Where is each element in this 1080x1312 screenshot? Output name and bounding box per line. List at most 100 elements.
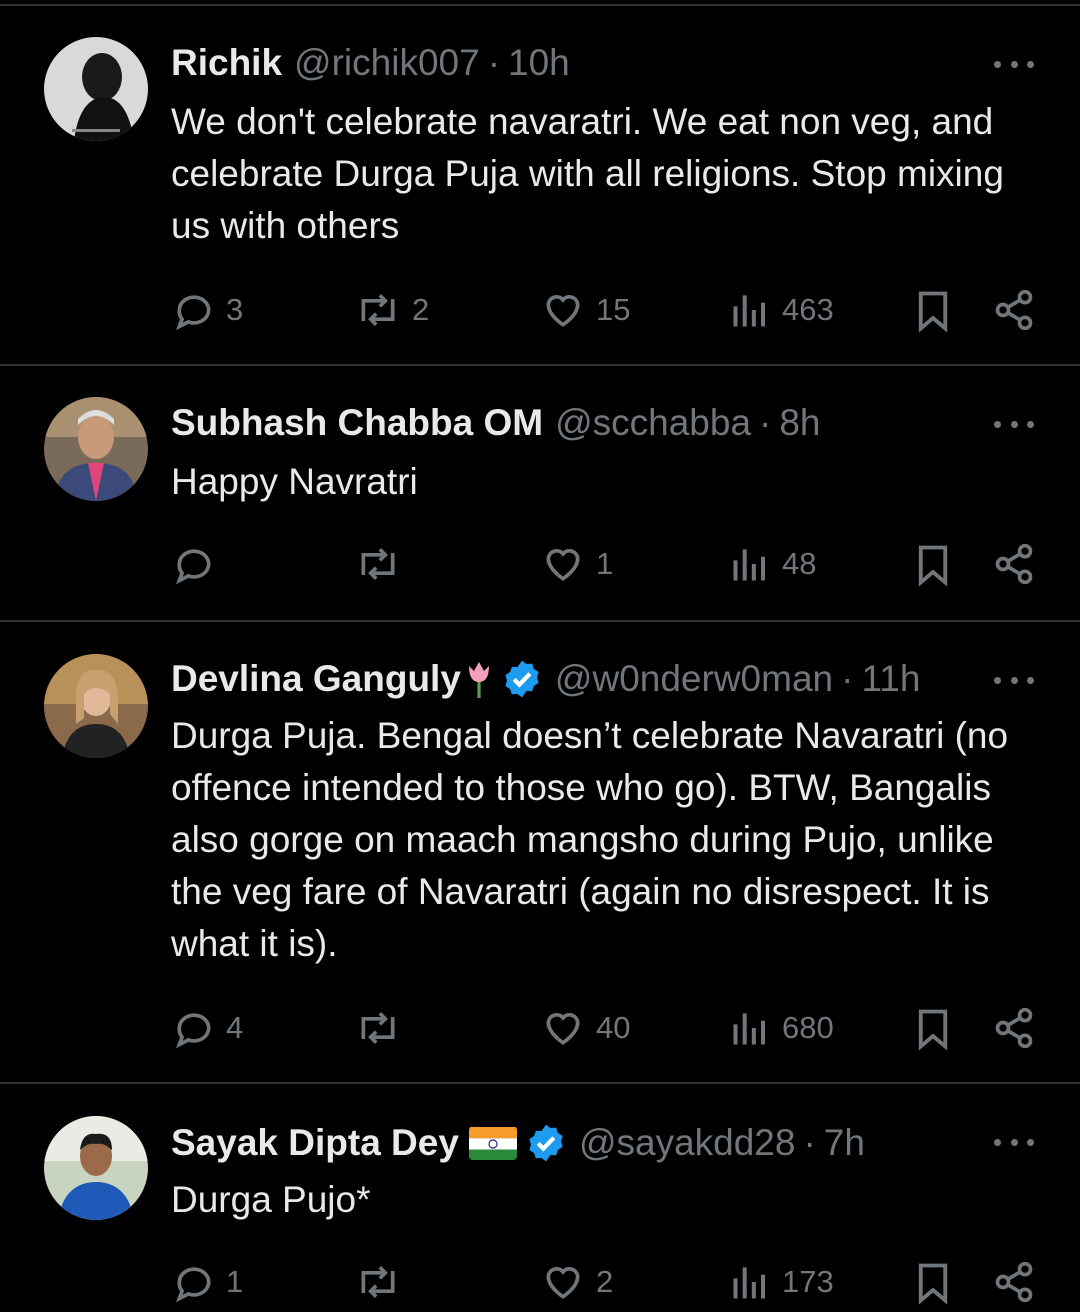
views-button[interactable]: 463: [728, 288, 834, 332]
views-button[interactable]: 48: [728, 542, 816, 586]
timestamp[interactable]: 11h: [861, 656, 920, 702]
tulip-emoji-icon: [468, 662, 489, 698]
username[interactable]: @w0nderw0man: [555, 656, 833, 702]
retweet-icon: [361, 294, 395, 326]
reply-count: 3: [226, 292, 244, 327]
share-button[interactable]: [992, 1006, 1036, 1050]
reply-button[interactable]: 1: [172, 1260, 243, 1304]
reply-count: 1: [226, 1264, 244, 1299]
avatar[interactable]: [44, 37, 148, 141]
separator: ·: [841, 658, 854, 699]
bookmark-icon: [918, 1009, 948, 1051]
heart-icon: [546, 295, 580, 327]
retweet-icon: [361, 1012, 395, 1044]
share-button[interactable]: [992, 1260, 1036, 1304]
bookmark-icon: [918, 545, 948, 587]
avatar[interactable]: [44, 397, 148, 501]
like-count: 40: [596, 1010, 631, 1045]
retweet-button[interactable]: [354, 542, 412, 586]
views-button[interactable]: 173: [728, 1260, 834, 1304]
share-button[interactable]: [992, 288, 1036, 332]
heart-icon: [546, 549, 580, 581]
avatar[interactable]: [44, 654, 148, 758]
timestamp[interactable]: 7h: [824, 1120, 865, 1166]
like-button[interactable]: 40: [540, 1006, 630, 1050]
reply-button[interactable]: 3: [172, 288, 243, 332]
views-icon: [733, 295, 766, 327]
retweet-icon: [361, 1266, 395, 1298]
display-name[interactable]: Subhash Chabba OM: [171, 400, 543, 446]
more-options-icon[interactable]: [994, 670, 1034, 690]
view-count: 680: [782, 1010, 834, 1045]
views-icon: [733, 1267, 766, 1299]
username[interactable]: @sayakdd28: [579, 1120, 796, 1166]
display-name[interactable]: Devlina Ganguly: [171, 656, 461, 702]
reply-icon: [175, 1267, 211, 1303]
more-options-icon[interactable]: [994, 1132, 1034, 1152]
reply-icon: [175, 295, 211, 331]
avatar[interactable]: [44, 1116, 148, 1220]
display-name[interactable]: Sayak Dipta Dey: [171, 1120, 459, 1166]
views-icon: [733, 549, 766, 581]
verified-badge-icon: [501, 658, 543, 700]
verified-badge-icon: [525, 1122, 567, 1164]
view-count: 173: [782, 1264, 834, 1299]
bookmark-icon: [918, 1263, 948, 1305]
tweet-text: Happy Navratri: [171, 461, 418, 502]
username[interactable]: @richik007: [294, 40, 480, 86]
share-icon: [995, 1261, 1033, 1303]
separator: ·: [803, 1122, 816, 1163]
like-count: 2: [596, 1264, 614, 1299]
india-flag-emoji-icon: [468, 1126, 517, 1160]
tweet-text: Durga Pujo*: [171, 1179, 371, 1220]
view-count: 463: [782, 292, 834, 327]
bookmark-button[interactable]: [912, 542, 954, 588]
bookmark-button[interactable]: [912, 288, 954, 334]
reply-button[interactable]: 4: [172, 1006, 243, 1050]
share-icon: [995, 543, 1033, 585]
like-count: 1: [596, 546, 614, 581]
share-icon: [995, 289, 1033, 331]
retweet-icon: [361, 548, 395, 580]
tweet-header: Subhash Chabba OM @scchabba · 8h: [171, 400, 821, 446]
more-options-icon[interactable]: [994, 414, 1034, 434]
retweet-button[interactable]: [354, 1006, 412, 1050]
tweet-header: Richik @richik007 · 10h: [171, 40, 570, 86]
bookmark-button[interactable]: [912, 1006, 954, 1052]
heart-icon: [546, 1013, 580, 1045]
like-button[interactable]: 1: [540, 542, 613, 586]
timestamp[interactable]: 8h: [779, 400, 820, 446]
views-button[interactable]: 680: [728, 1006, 834, 1050]
like-button[interactable]: 2: [540, 1260, 613, 1304]
reply-icon: [175, 549, 211, 585]
display-name[interactable]: Richik: [171, 40, 282, 86]
username[interactable]: @scchabba: [555, 400, 751, 446]
tweet-header: Sayak Dipta Dey @sayakdd28 · 7h: [171, 1120, 865, 1166]
retweet-button[interactable]: 2: [354, 288, 429, 332]
reply-count: 4: [226, 1010, 244, 1045]
bookmark-icon: [918, 291, 948, 333]
timestamp[interactable]: 10h: [508, 40, 570, 86]
tweet-text: Durga Puja. Bengal doesn’t celebrate Nav…: [171, 715, 1009, 964]
like-button[interactable]: 15: [540, 288, 630, 332]
tweet-divider: [0, 1082, 1080, 1084]
retweet-button[interactable]: [354, 1260, 412, 1304]
separator: ·: [487, 42, 501, 83]
bookmark-button[interactable]: [912, 1260, 954, 1306]
share-button[interactable]: [992, 542, 1036, 586]
reply-icon: [175, 1013, 211, 1049]
tweet-text: We don't celebrate navaratri. We eat non…: [171, 101, 1004, 246]
views-icon: [733, 1013, 766, 1045]
tweet-header: Devlina Ganguly @w0nderw0man · 11h: [171, 656, 920, 702]
tweet-divider: [0, 364, 1080, 366]
top-divider: [0, 4, 1080, 6]
retweet-count: 2: [412, 292, 430, 327]
tweet-divider: [0, 620, 1080, 622]
view-count: 48: [782, 546, 817, 581]
more-options-icon[interactable]: [994, 54, 1034, 74]
like-count: 15: [596, 292, 631, 327]
heart-icon: [546, 1267, 580, 1299]
share-icon: [995, 1007, 1033, 1049]
separator: ·: [759, 402, 772, 443]
reply-button[interactable]: [172, 542, 226, 586]
